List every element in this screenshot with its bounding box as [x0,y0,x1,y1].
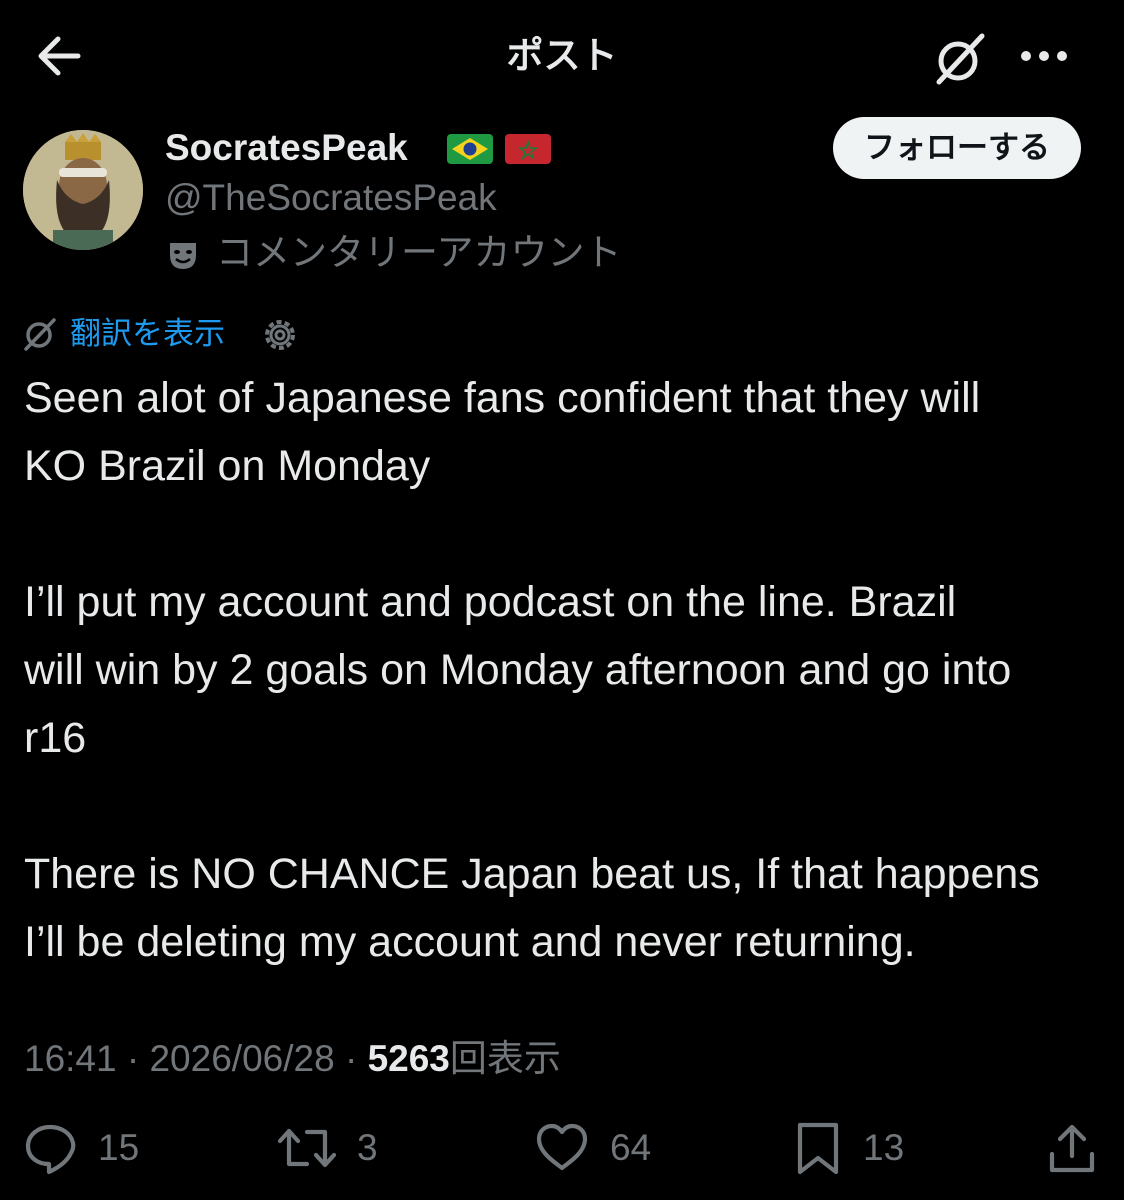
account-type-label: コメンタリーアカウント [216,232,622,273]
tweet-meta: 16:41 · 2026/06/28 · 5263回表示 [24,1034,561,1084]
arrow-left-icon [38,36,81,76]
tweet-paragraph: Seen alot of Japanese fans confident tha… [24,374,981,490]
follow-button[interactable]: フォローする [833,117,1081,179]
like-count: 64 [610,1127,652,1168]
repost-count: 3 [357,1127,378,1168]
like-button[interactable]: 64 [534,1118,651,1178]
meta-separator: · [126,1038,140,1079]
morocco-flag-icon [505,134,551,164]
heart-icon [536,1123,588,1171]
tweet-paragraph: I’ll put my account and podcast on the l… [24,578,1012,762]
show-translation-link[interactable]: 翻訳を表示 [70,312,225,356]
author-handle[interactable]: @TheSocratesPeak [165,176,497,220]
more-dots-icon [1021,51,1067,61]
bookmark-count: 13 [863,1127,905,1168]
share-upload-icon [1049,1124,1095,1173]
bookmark-button[interactable]: 13 [793,1118,904,1178]
reply-button[interactable]: 15 [22,1118,139,1178]
views-label: 回表示 [449,1038,561,1079]
translate-icon [22,316,58,352]
repost-icon [277,1128,337,1168]
grok-icon [936,33,985,85]
bookmark-icon [797,1122,839,1175]
views-count: 5263 [367,1038,450,1079]
gear-icon[interactable] [261,316,299,354]
tweet-paragraph: There is NO CHANCE Japan beat us, If tha… [24,850,1040,966]
author-display-name[interactable]: SocratesPeak [165,126,408,170]
grok-button[interactable] [930,28,990,88]
avatar[interactable] [23,130,143,250]
tweet-text: Seen alot of Japanese fans confident tha… [24,364,1114,976]
avatar-portrait-icon [23,130,143,250]
brazil-flag-icon [447,134,493,164]
more-options-button[interactable] [1014,28,1074,84]
share-button[interactable] [1044,1118,1100,1178]
reply-count: 15 [98,1127,140,1168]
page-title: ポスト [506,35,618,76]
tweet-time: 16:41 [24,1038,117,1079]
tweet-date: 2026/06/28 [149,1038,335,1079]
meta-separator: · [344,1038,358,1079]
reply-bubble-icon [25,1124,76,1175]
back-button[interactable] [30,30,90,82]
repost-button[interactable]: 3 [277,1118,378,1178]
commentary-mask-icon [166,238,200,272]
